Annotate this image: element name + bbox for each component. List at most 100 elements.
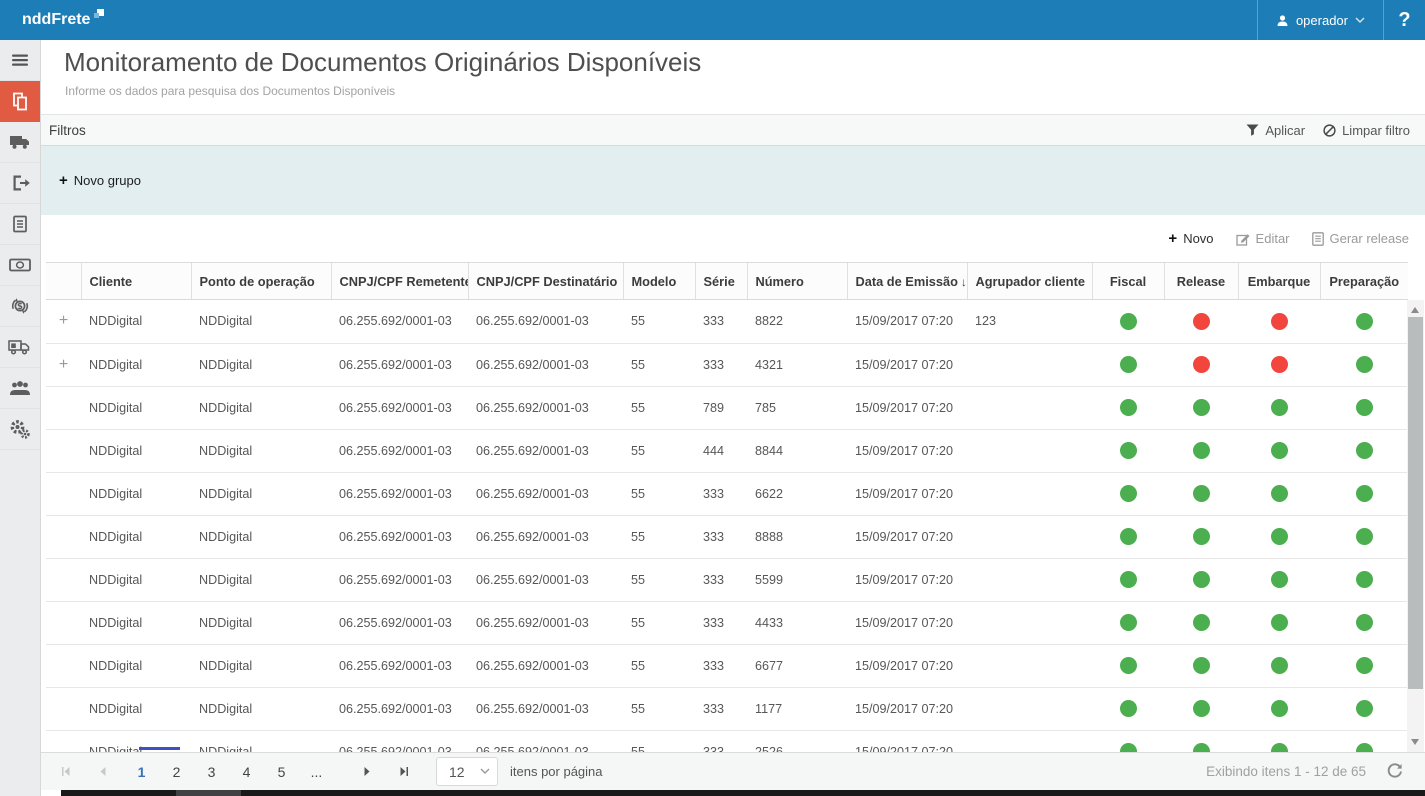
expand-placeholder [46,644,81,687]
header-cnpj-destinatario[interactable]: CNPJ/CPF Destinatário [468,263,623,300]
sidebar-menu-toggle[interactable] [0,40,40,81]
cell-ponto-operacao: NDDigital [191,601,331,644]
cell-fiscal [1092,730,1164,752]
table-row[interactable]: +NDDigitalNDDigital06.255.692/0001-0306.… [46,343,1408,386]
pager-last-button[interactable] [392,766,414,777]
expand-row-button[interactable]: + [46,343,81,386]
pager-page-2[interactable]: 2 [159,759,194,785]
status-dot-embarque-green [1271,743,1288,752]
sidebar-item-8[interactable] [0,368,40,409]
expand-row-button[interactable]: + [46,300,81,343]
new-button[interactable]: + Novo [1168,230,1213,247]
table-row[interactable]: +NDDigitalNDDigital06.255.692/0001-0306.… [46,300,1408,343]
pager-page-1[interactable]: 1 [124,759,159,785]
export-icon [10,173,30,193]
pager-more-button[interactable]: ... [299,759,334,785]
page-size-select[interactable]: 12 [436,757,498,786]
horizontal-scrollbar[interactable] [61,790,1425,796]
cell-release [1164,300,1238,343]
header-data-emissao[interactable]: Data de Emissão↓ [847,263,967,300]
header-fiscal[interactable]: Fiscal [1092,263,1164,300]
expand-placeholder [46,386,81,429]
apply-filter-button[interactable]: Aplicar [1246,123,1305,138]
table-row[interactable]: NDDigitalNDDigital06.255.692/0001-0306.2… [46,601,1408,644]
header-numero[interactable]: Número [747,263,847,300]
cell-release [1164,515,1238,558]
cell-embarque [1238,644,1320,687]
sidebar-item-5[interactable] [0,245,40,286]
cell-preparacao [1320,343,1408,386]
cell-cnpj-destinatario: 06.255.692/0001-03 [468,601,623,644]
clear-filter-button[interactable]: Limpar filtro [1323,123,1410,138]
filters-bar: Filtros Aplicar Limpar filtro [41,115,1425,146]
cell-numero: 6622 [747,472,847,515]
status-dot-preparacao-green [1356,313,1373,330]
app-logo[interactable]: nddFrete [22,11,104,29]
new-group-button[interactable]: + Novo grupo [59,172,141,189]
header-agrupador-cliente[interactable]: Agrupador cliente [967,263,1092,300]
pager-page-3[interactable]: 3 [194,759,229,785]
cell-agrupador-cliente [967,730,1092,752]
expand-placeholder [46,472,81,515]
cell-serie: 333 [695,343,747,386]
cell-fiscal [1092,472,1164,515]
clear-filter-label: Limpar filtro [1342,123,1410,138]
cell-ponto-operacao: NDDigital [191,472,331,515]
pager-prev-button[interactable] [92,766,114,777]
header-cliente[interactable]: Cliente [81,263,191,300]
table-row[interactable]: NDDigitalNDDigital06.255.692/0001-0306.2… [46,730,1408,752]
cell-cnpj-destinatario: 06.255.692/0001-03 [468,429,623,472]
table-row[interactable]: NDDigitalNDDigital06.255.692/0001-0306.2… [46,386,1408,429]
table-row[interactable]: NDDigitalNDDigital06.255.692/0001-0306.2… [46,644,1408,687]
user-menu[interactable]: operador [1257,0,1383,40]
data-grid: Cliente Ponto de operação CNPJ/CPF Remet… [41,262,1425,752]
sidebar-item-documents-monitoring[interactable] [0,81,40,122]
sidebar-item-4[interactable] [0,204,40,245]
header-embarque[interactable]: Embarque [1238,263,1320,300]
refresh-icon[interactable] [1386,763,1403,780]
cell-serie: 789 [695,386,747,429]
header-release[interactable]: Release [1164,263,1238,300]
status-dot-embarque-red [1271,313,1288,330]
generate-release-button[interactable]: Gerar release [1312,231,1409,246]
header-ponto-operacao[interactable]: Ponto de operação [191,263,331,300]
pager-next-button[interactable] [355,766,377,777]
vertical-scrollbar[interactable] [1407,300,1424,752]
pager-page-5[interactable]: 5 [264,759,299,785]
ban-circle-icon [1323,124,1336,137]
scroll-up-button[interactable] [1411,307,1419,313]
sidebar-item-2[interactable] [0,122,40,163]
cell-cnpj-destinatario: 06.255.692/0001-03 [468,300,623,343]
status-dot-embarque-green [1271,528,1288,545]
table-row[interactable]: NDDigitalNDDigital06.255.692/0001-0306.2… [46,687,1408,730]
sidebar-item-3[interactable] [0,163,40,204]
scrollbar-thumb[interactable] [1408,317,1423,689]
edit-button[interactable]: Editar [1236,231,1290,246]
grid-toolbar: + Novo Editar Gerar release [41,215,1425,262]
status-dot-release-red [1193,313,1210,330]
horizontal-scrollbar-thumb[interactable] [176,790,241,796]
cell-embarque [1238,472,1320,515]
table-row[interactable]: NDDigitalNDDigital06.255.692/0001-0306.2… [46,429,1408,472]
table-row[interactable]: NDDigitalNDDigital06.255.692/0001-0306.2… [46,472,1408,515]
help-button[interactable]: ? [1383,0,1425,40]
status-dot-fiscal-green [1120,442,1137,459]
cell-agrupador-cliente: 123 [967,300,1092,343]
header-serie[interactable]: Série [695,263,747,300]
plus-icon: + [1168,230,1177,247]
scroll-down-button[interactable] [1411,739,1419,745]
header-modelo[interactable]: Modelo [623,263,695,300]
sidebar-item-9[interactable] [0,409,40,450]
header-preparacao[interactable]: Preparação [1320,263,1408,300]
sidebar-item-6[interactable]: $ [0,286,40,327]
cell-modelo: 55 [623,429,695,472]
sidebar-item-7[interactable] [0,327,40,368]
header-cnpj-remetente[interactable]: CNPJ/CPF Remetente [331,263,468,300]
table-row[interactable]: NDDigitalNDDigital06.255.692/0001-0306.2… [46,515,1408,558]
pager-first-button[interactable] [55,766,77,777]
sort-desc-icon: ↓ [961,275,967,289]
pager-page-4[interactable]: 4 [229,759,264,785]
cell-cliente: NDDigital [81,558,191,601]
user-icon [1276,14,1289,27]
table-row[interactable]: NDDigitalNDDigital06.255.692/0001-0306.2… [46,558,1408,601]
